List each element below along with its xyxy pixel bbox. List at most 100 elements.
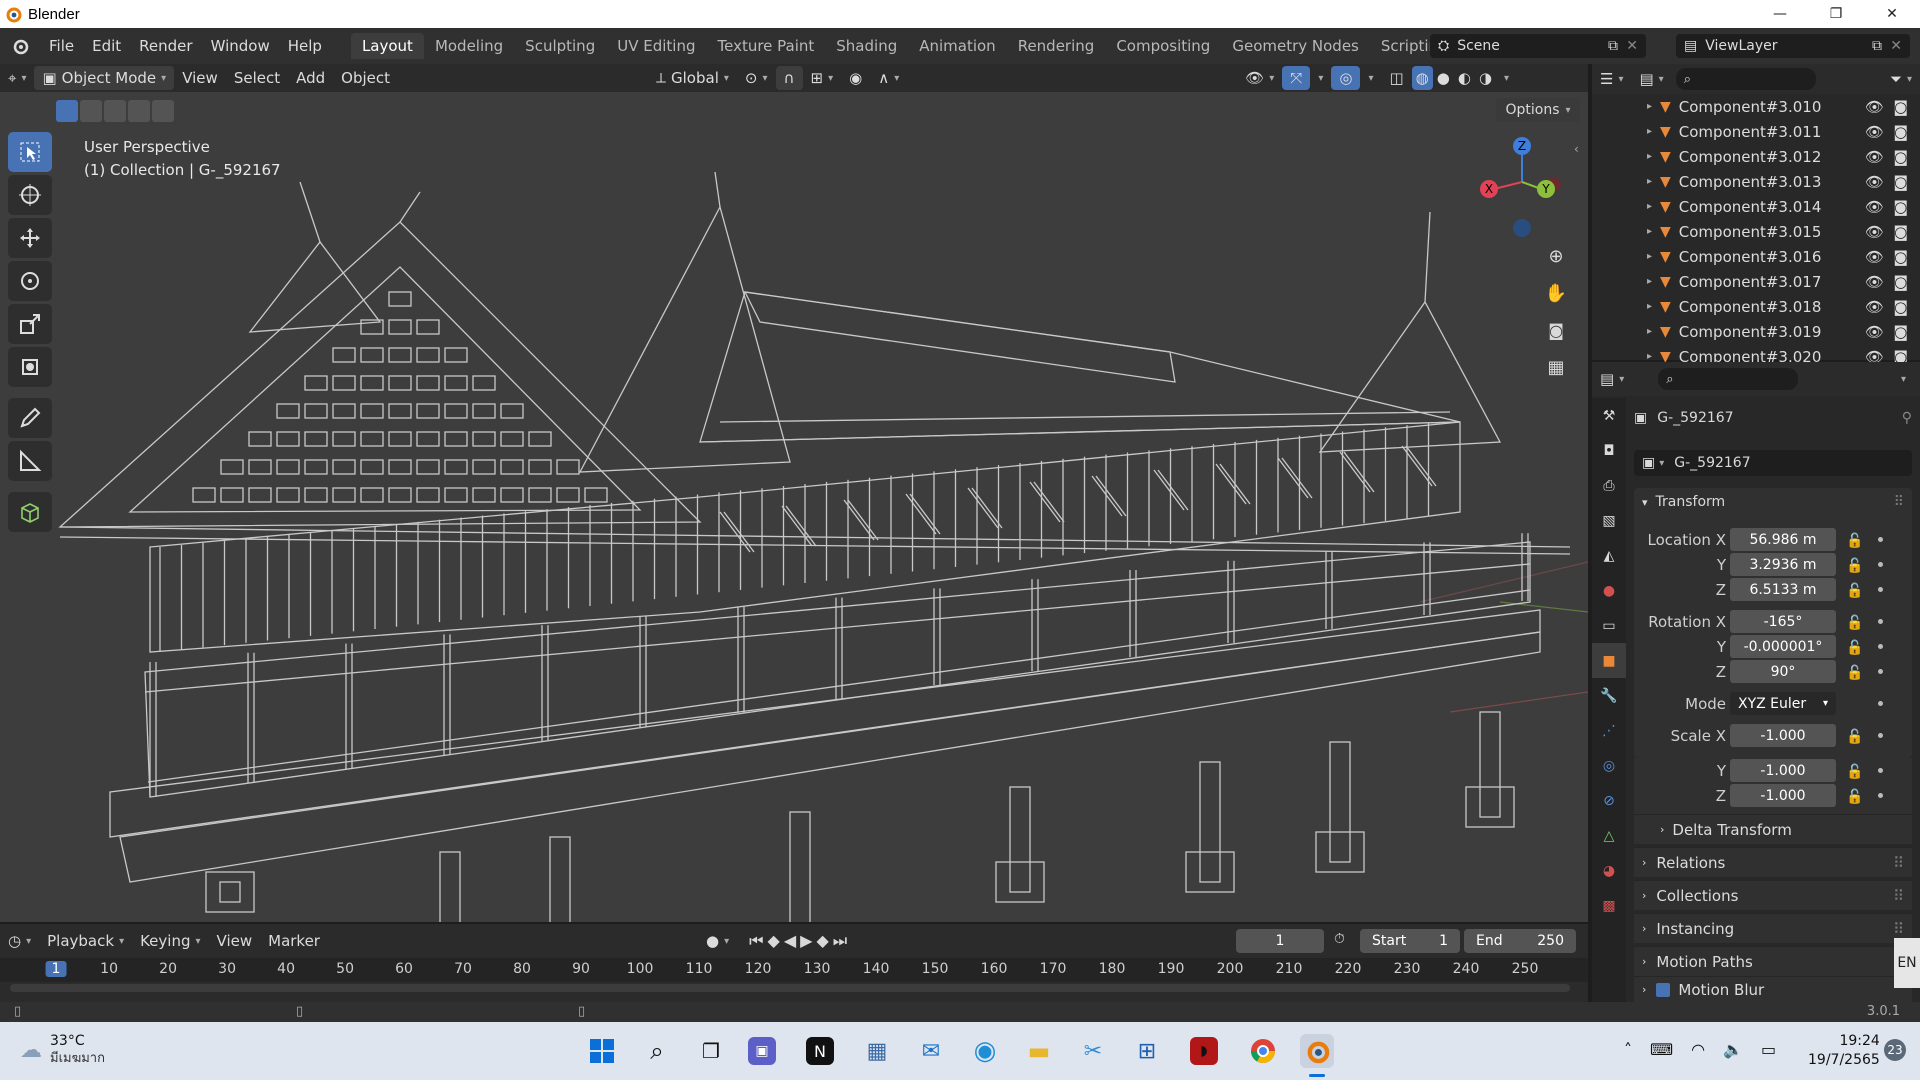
scale-z-field[interactable]: -1.000 [1730, 784, 1836, 807]
eye-icon[interactable]: 👁 [1865, 298, 1884, 316]
timeline-editor-type[interactable]: ◷ ▾ [0, 929, 39, 953]
keyframe-dot-icon[interactable] [1878, 793, 1883, 798]
lock-icon[interactable]: 🔓 [1846, 615, 1863, 631]
keyframe-dot-icon[interactable] [1878, 587, 1883, 592]
wifi-icon[interactable]: ◠ [1691, 1040, 1705, 1059]
gizmo-y-axis[interactable]: Y [1537, 180, 1555, 198]
outliner-row[interactable]: ▸ ▼ Component#3.012 👁 ◙ [1592, 144, 1920, 169]
keyframe-dot-icon[interactable] [1878, 619, 1883, 624]
collections-panel[interactable]: › Collections ⠿ [1634, 880, 1912, 910]
expand-arrow-icon[interactable]: ▸ [1592, 276, 1652, 287]
gizmo-dropdown[interactable]: ▾ [1310, 66, 1331, 90]
tab-material[interactable]: ◕ [1592, 853, 1626, 888]
display-mode-dropdown[interactable]: ▤ ▾ [1631, 67, 1671, 91]
viewlayer-selector[interactable]: ▤ ViewLayer ⧉ ✕ [1676, 34, 1910, 58]
navigation-gizmo[interactable]: Z X Y [1470, 134, 1570, 244]
rotation-x-field[interactable]: -165° [1730, 610, 1836, 633]
expand-arrow-icon[interactable]: ▸ [1592, 151, 1652, 162]
eye-icon[interactable]: 👁 [1865, 223, 1884, 241]
proportional-edit-toggle[interactable]: ◉ [841, 66, 870, 90]
red-app-icon[interactable]: ◗ [1190, 1037, 1218, 1065]
marker-menu[interactable]: Marker [260, 929, 328, 953]
expand-arrow-icon[interactable]: ▸ [1592, 251, 1652, 262]
scale-tool[interactable] [8, 304, 52, 344]
maximize-button[interactable]: ❐ [1808, 0, 1864, 28]
location-y-field[interactable]: 3.2936 m [1730, 553, 1836, 576]
scale-x-field[interactable]: -1.000 [1730, 724, 1836, 747]
prev-keyframe-icon[interactable]: ◆ [768, 931, 780, 951]
editor-type-button[interactable]: ⌖ ▾ [0, 66, 34, 90]
outliner-search-input[interactable]: ⌕ [1675, 68, 1816, 90]
keyframe-dot-icon[interactable] [1878, 733, 1883, 738]
volume-icon[interactable]: 🔈 [1723, 1040, 1743, 1059]
object-datablock-field[interactable]: ▣ ▾ G-_592167 [1634, 450, 1912, 476]
tab-animation[interactable]: Animation [908, 33, 1006, 59]
timeline-scrollbar[interactable] [10, 984, 1570, 992]
outliner-row[interactable]: ▸ ▼ Component#3.016 👁 ◙ [1592, 244, 1920, 269]
minimize-button[interactable]: — [1752, 0, 1808, 28]
tab-compositing[interactable]: Compositing [1105, 33, 1221, 59]
rotation-z-field[interactable]: 90° [1730, 660, 1836, 683]
3d-viewport[interactable]: Options ▾ User Perspective (1) Collectio… [0, 92, 1588, 922]
play-icon[interactable]: ▶ [800, 931, 812, 951]
tab-view-layer[interactable]: ▧ [1592, 503, 1626, 538]
camera-icon[interactable]: ◙ [1893, 173, 1908, 191]
eye-icon[interactable]: 👁 [1865, 323, 1884, 341]
camera-icon[interactable]: ◙ [1893, 323, 1908, 341]
drag-handle-icon[interactable]: ⠿ [1894, 494, 1904, 510]
play-reverse-icon[interactable]: ◀ [784, 931, 796, 951]
camera-icon[interactable]: ◙ [1893, 298, 1908, 316]
rotation-mode-dropdown[interactable]: XYZ Euler ▾ [1730, 692, 1836, 715]
tab-modeling[interactable]: Modeling [424, 33, 514, 59]
lock-icon[interactable]: 🔓 [1846, 729, 1863, 745]
cursor-tool[interactable] [8, 175, 52, 215]
tab-world[interactable]: ● [1592, 573, 1626, 608]
location-x-field[interactable]: 56.986 m [1730, 528, 1836, 551]
instancing-panel[interactable]: › Instancing ⠿ [1634, 913, 1912, 943]
auto-keying-toggle[interactable]: ● ▾ [698, 929, 737, 953]
weather-widget[interactable]: ☁ 33°C มีเมฆมาก [20, 1032, 105, 1068]
menu-select[interactable]: Select [226, 66, 288, 90]
visibility-dropdown[interactable]: 👁 ▾ [1237, 66, 1282, 90]
tab-particles[interactable]: ⋰ [1592, 713, 1626, 748]
menu-view[interactable]: View [174, 66, 226, 90]
properties-editor-type[interactable]: ▤ ▾ [1592, 367, 1632, 391]
expand-arrow-icon[interactable]: ▸ [1592, 176, 1652, 187]
frame-ruler[interactable]: 1 10 20 30 40 50 60 70 80 90 100 110 120 130 140 150 160… [0, 958, 1588, 982]
menu-edit[interactable]: Edit [83, 33, 130, 59]
tab-rendering[interactable]: Rendering [1007, 33, 1106, 59]
lock-icon[interactable]: 🔓 [1846, 640, 1863, 656]
gizmo-toggle[interactable]: ⤧ [1282, 66, 1311, 90]
notification-badge[interactable]: 23 [1884, 1039, 1906, 1061]
language-indicator[interactable]: EN [1894, 938, 1920, 988]
rotation-y-field[interactable]: -0.000001° [1730, 635, 1836, 658]
outliner-editor-type[interactable]: ☰ ▾ [1592, 67, 1631, 91]
add-cube-tool[interactable] [8, 492, 52, 532]
keyboard-icon[interactable]: ⌨ [1650, 1040, 1673, 1059]
eye-icon[interactable]: 👁 [1865, 173, 1884, 191]
shading-wireframe[interactable]: ◍ [1411, 66, 1433, 90]
zoom-button[interactable]: ⊕ [1540, 240, 1572, 272]
transform-header[interactable]: ▾ Transform [1642, 494, 1725, 510]
lock-icon[interactable]: 🔓 [1846, 789, 1863, 805]
timeline-view-menu[interactable]: View [209, 929, 261, 953]
camera-icon[interactable]: ◙ [1893, 223, 1908, 241]
file-explorer-icon[interactable]: ▬ [1022, 1034, 1056, 1068]
tab-render[interactable]: ◘ [1592, 433, 1626, 468]
scene-selector[interactable]: ⛭ Scene ⧉ ✕ [1430, 34, 1646, 58]
menu-help[interactable]: Help [279, 33, 331, 59]
tab-texture[interactable]: ▩ [1592, 888, 1626, 923]
shading-rendered[interactable]: ◑ [1475, 66, 1496, 90]
shading-solid[interactable]: ● [1433, 66, 1454, 90]
orientation-dropdown[interactable]: ⟂ Global ▾ [648, 66, 737, 90]
snap-target-dropdown[interactable]: ⊞ ▾ [803, 66, 842, 90]
snap-toggle[interactable]: ∩ [775, 66, 803, 90]
tab-sculpting[interactable]: Sculpting [514, 33, 606, 59]
menu-file[interactable]: File [40, 33, 83, 59]
chrome-icon[interactable] [1246, 1034, 1280, 1068]
camera-icon[interactable]: ◙ [1893, 273, 1908, 291]
expand-arrow-icon[interactable]: ▸ [1592, 326, 1652, 337]
keyframe-dot-icon[interactable] [1878, 669, 1883, 674]
playback-menu[interactable]: Playback ▾ [39, 929, 132, 953]
expand-arrow-icon[interactable]: ▸ [1592, 101, 1652, 112]
